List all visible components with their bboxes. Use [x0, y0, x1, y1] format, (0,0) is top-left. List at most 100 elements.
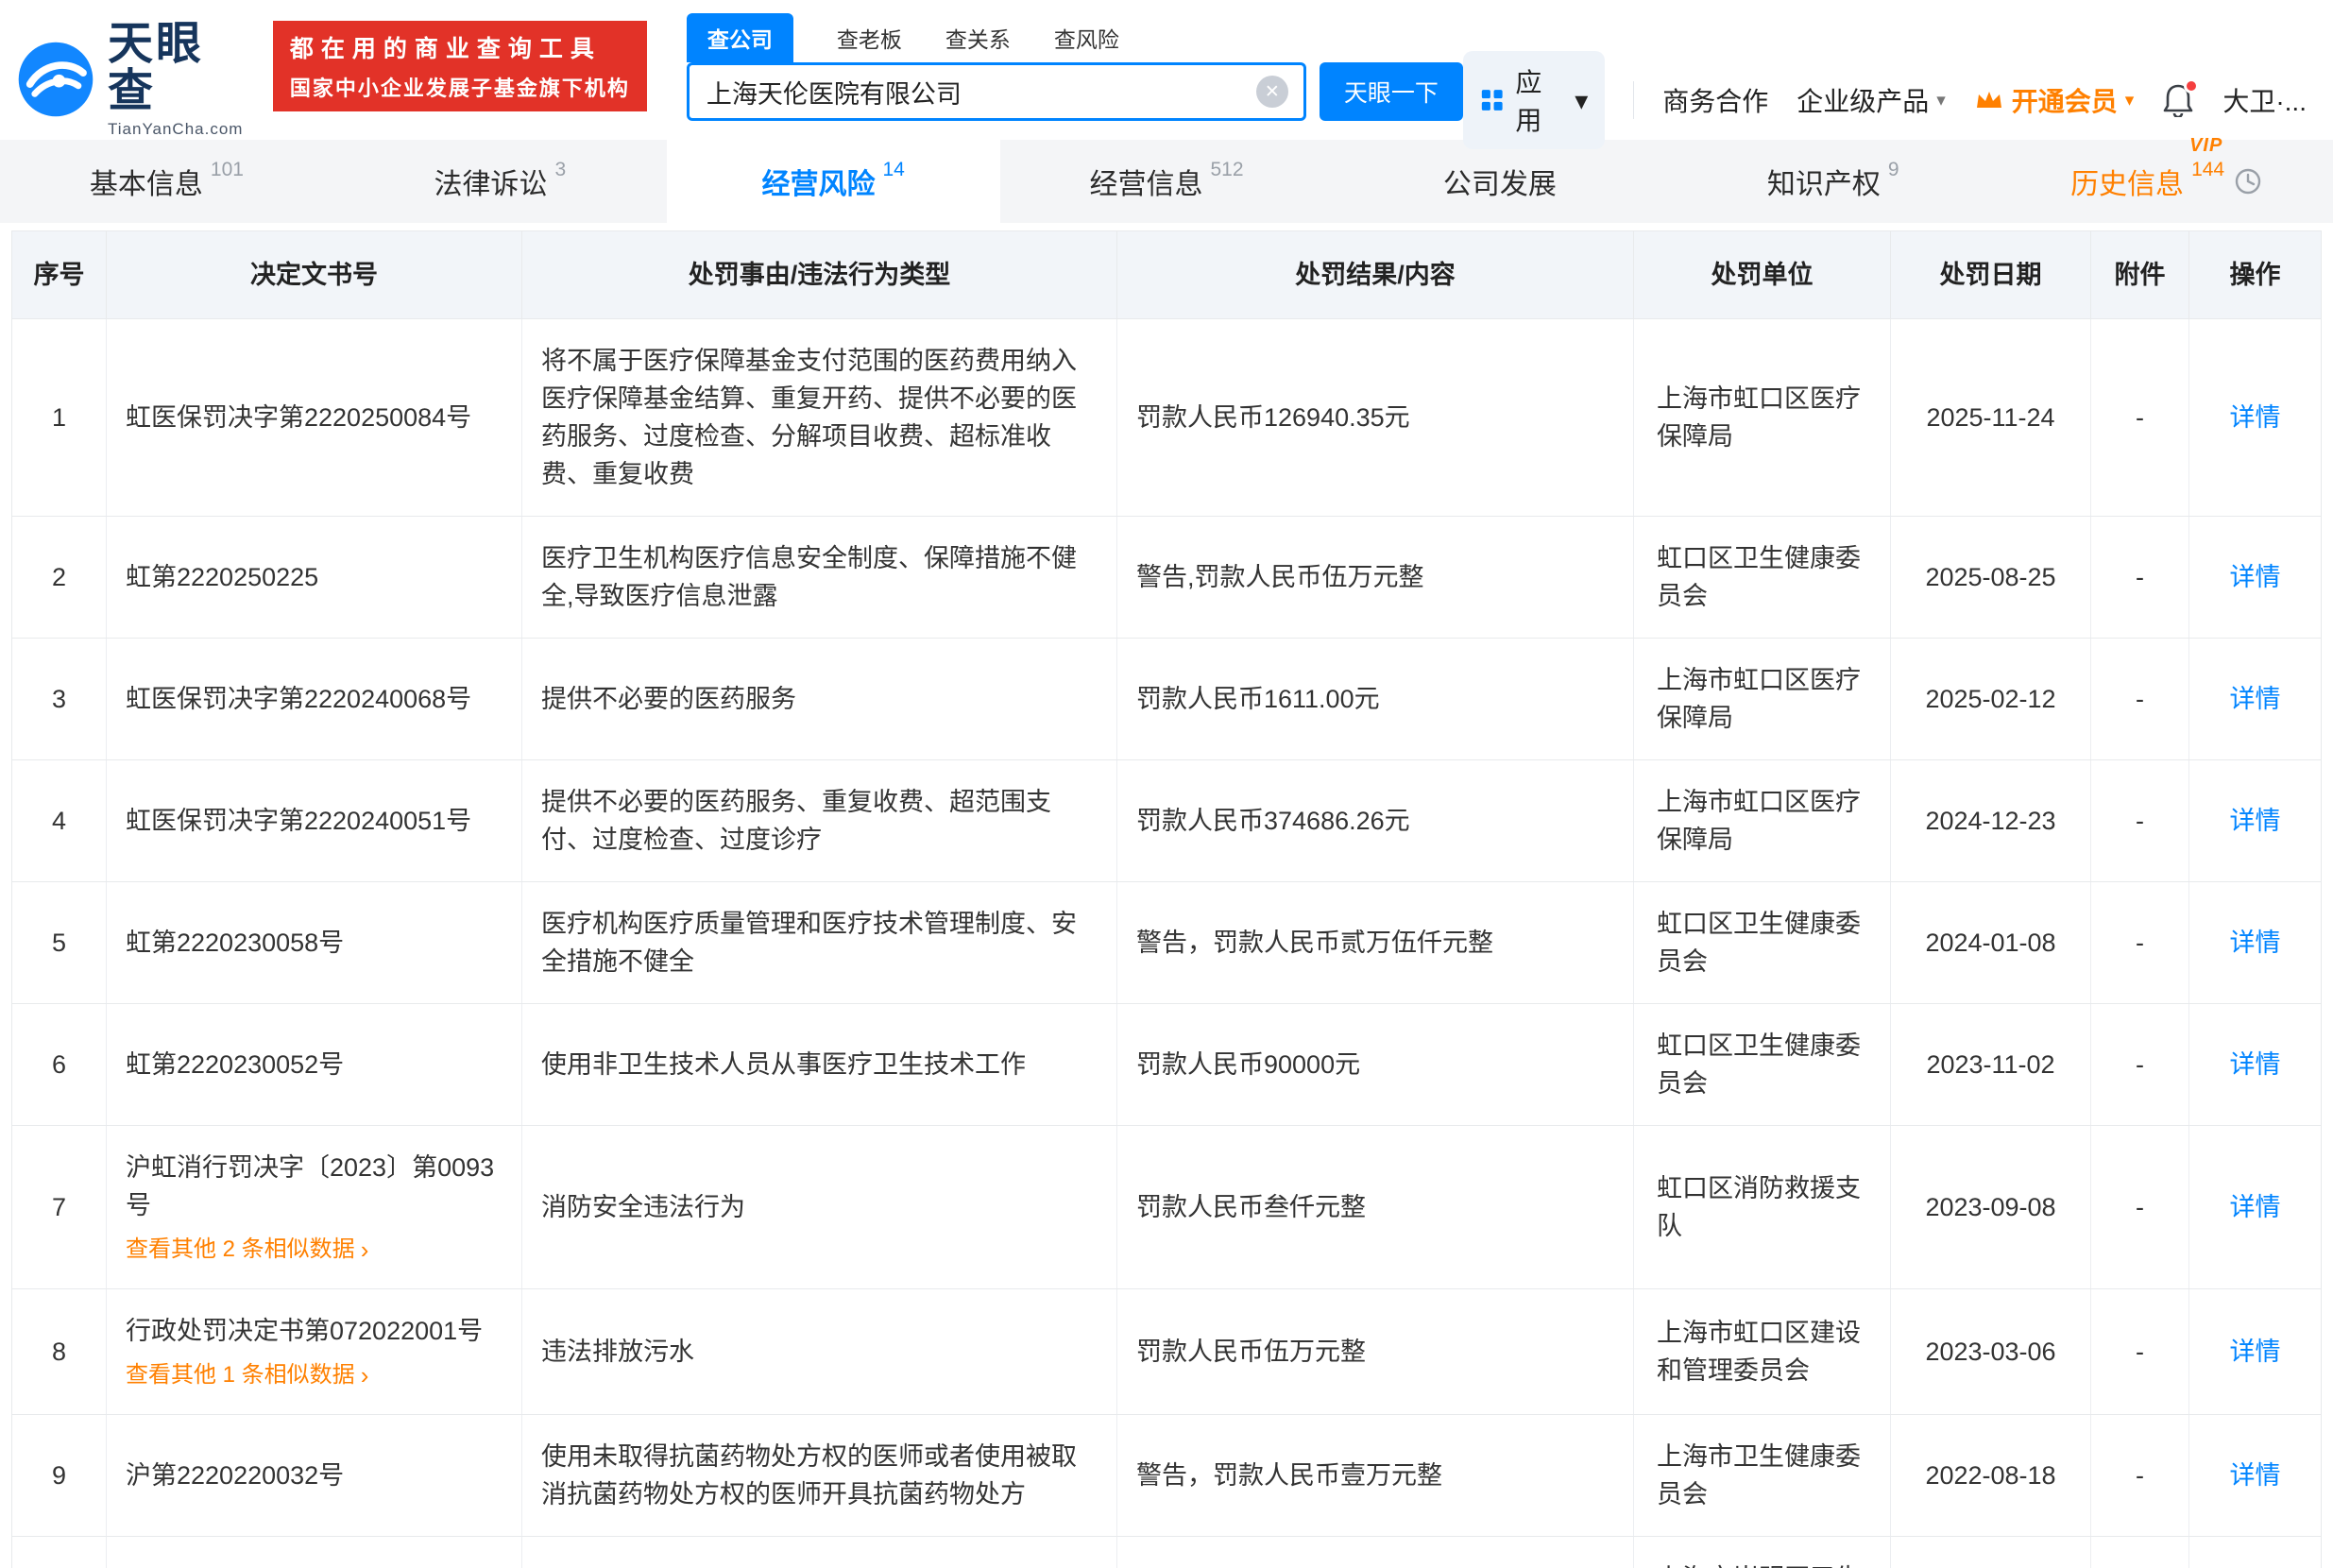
attachment: -: [2136, 558, 2144, 596]
tab-count: 512: [1210, 159, 1243, 181]
apps-menu[interactable]: 应用 ▾: [1463, 51, 1605, 149]
similar-data-link[interactable]: 查看其他 1 条相似数据 ›: [126, 1359, 502, 1391]
col-header-attachment: 附件: [2091, 231, 2189, 318]
tab-count: 101: [211, 159, 244, 181]
menu-item-enterprise[interactable]: 企业级产品 ▾: [1797, 81, 1946, 119]
menu-item-cooperation[interactable]: 商务合作: [1662, 81, 1768, 119]
logo-domain: TianYanCha.com: [108, 120, 250, 139]
detail-link[interactable]: 详情: [2230, 1457, 2281, 1494]
penalty-reason: 违法排放污水: [541, 1333, 1098, 1371]
detail-link[interactable]: 详情: [2230, 1188, 2281, 1226]
tab-intellectual-property[interactable]: 知识产权 9: [1666, 140, 2000, 223]
attachment: -: [2136, 924, 2144, 962]
detail-link[interactable]: 详情: [2230, 680, 2281, 718]
row-no: 9: [52, 1457, 66, 1494]
penalty-result: 警告，罚款人民币壹万元整: [1136, 1457, 1614, 1494]
banner-line-1: 都在用的商业查询工具: [290, 30, 630, 64]
tab-label: 知识产权: [1767, 161, 1881, 202]
search-tab-risk[interactable]: 查风险: [1054, 13, 1119, 62]
penalty-unit: 上海市虹口区医疗保障局: [1657, 661, 1867, 737]
tianyancha-logo[interactable]: 天眼查 TianYanCha.com: [17, 21, 250, 139]
tab-count: 14: [882, 159, 904, 181]
table-row: 2 虹第2220250225 医疗卫生机构医疗信息安全制度、保障措施不健全,导致…: [12, 516, 2321, 638]
detail-link[interactable]: 详情: [2230, 802, 2281, 840]
detail-link[interactable]: 详情: [2230, 558, 2281, 596]
clear-search-icon[interactable]: ✕: [1256, 76, 1288, 108]
penalty-reason: 提供不必要的医药服务: [541, 680, 1098, 718]
search-tab-boss[interactable]: 查老板: [837, 13, 902, 62]
search-block: 查公司 查老板 查关系 查风险 ✕ 天眼一下: [687, 13, 1463, 121]
tab-count: 9: [1888, 159, 1899, 181]
tianyancha-logo-icon: [17, 41, 94, 118]
penalty-unit: 上海市虹口区医疗保障局: [1657, 783, 1867, 859]
attachment: -: [2136, 680, 2144, 718]
penalty-result: 警告，罚款人民币贰万伍仟元整: [1136, 924, 1614, 962]
penalty-unit: 上海市崇明区卫生和计划生育委员会: [1657, 1559, 1867, 1568]
tab-operating-info[interactable]: 经营信息 512: [1000, 140, 1334, 223]
penalty-date: 2023-11-02: [1926, 1046, 2054, 1083]
brand-slogan-banner: 都在用的商业查询工具 国家中小企业发展子基金旗下机构: [273, 21, 647, 111]
tab-count: 3: [554, 159, 566, 181]
detail-link[interactable]: 详情: [2230, 1046, 2281, 1083]
row-no: 6: [52, 1046, 66, 1083]
col-header-no: 序号: [12, 231, 107, 318]
penalty-reason: 消防安全违法行为: [541, 1188, 1098, 1226]
penalty-unit: 虹口区卫生健康委员会: [1657, 905, 1867, 980]
tab-company-development[interactable]: 公司发展: [1333, 140, 1666, 223]
menu-item-vip[interactable]: 开通会员 ▾: [1974, 81, 2135, 119]
tab-history-info[interactable]: 历史信息 VIP 144: [2000, 140, 2333, 223]
penalty-date: 2024-12-23: [1925, 802, 2055, 840]
header-menu: 应用 ▾ 商务合作 企业级产品 ▾ 开通会员 ▾ 大卫·...: [1463, 51, 2307, 149]
detail-link[interactable]: 详情: [2230, 1333, 2281, 1371]
attachment: -: [2136, 399, 2144, 436]
doc-no: 沪虹消行罚决字〔2023〕第0093号: [126, 1149, 502, 1224]
penalty-result: 罚款人民币1611.00元: [1136, 680, 1614, 718]
table-row: 6 虹第2220230052号 使用非卫生技术人员从事医疗卫生技术工作 罚款人民…: [12, 1003, 2321, 1125]
penalty-date: 2023-03-06: [1925, 1333, 2055, 1371]
penalty-unit: 虹口区卫生健康委员会: [1657, 1027, 1867, 1102]
vip-label: 开通会员: [2012, 81, 2118, 119]
row-no: 7: [52, 1188, 66, 1226]
tab-operating-risk[interactable]: 经营风险 14: [667, 140, 1000, 223]
col-header-unit: 处罚单位: [1634, 231, 1891, 318]
similar-data-label: 查看其他 1 条相似数据: [126, 1359, 355, 1391]
search-tab-relation[interactable]: 查关系: [945, 13, 1011, 62]
enterprise-label: 企业级产品: [1797, 81, 1929, 119]
penalty-reason: 将不属于医疗保障基金支付范围的医药费用纳入医疗保障基金结算、重复开药、提供不必要…: [541, 342, 1098, 493]
caret-down-icon: ▾: [2125, 90, 2135, 111]
row-no: 4: [52, 802, 66, 840]
similar-data-link[interactable]: 查看其他 2 条相似数据 ›: [126, 1234, 502, 1266]
penalty-date: 2025-11-24: [1926, 399, 2054, 436]
row-no: 3: [52, 680, 66, 718]
penalty-result: 罚款人民币伍万元整: [1136, 1333, 1614, 1371]
table-row: 9 沪第2220220032号 使用未取得抗菌药物处方权的医师或者使用被取消抗菌…: [12, 1414, 2321, 1536]
table-row: 8 行政处罚决定书第072022001号 查看其他 1 条相似数据 › 违法排放…: [12, 1288, 2321, 1414]
penalty-date: 2023-09-08: [1925, 1188, 2055, 1226]
attachment: -: [2136, 802, 2144, 840]
table-row: 5 虹第2220230058号 医疗机构医疗质量管理和医疗技术管理制度、安全措施…: [12, 881, 2321, 1003]
row-no: 5: [52, 924, 66, 962]
company-section-tabs: 基本信息 101 法律诉讼 3 经营风险 14 经营信息 512 公司发展 知识…: [0, 140, 2333, 223]
search-input-wrap: ✕: [687, 62, 1306, 121]
apps-label: 应用: [1515, 62, 1563, 138]
tab-label: 法律诉讼: [434, 161, 547, 202]
detail-link[interactable]: 详情: [2230, 399, 2281, 436]
table-header-row: 序号 决定文书号 处罚事由/违法行为类型 处罚结果/内容 处罚单位 处罚日期 附…: [12, 231, 2321, 318]
penalty-result: 罚款人民币374686.26元: [1136, 802, 1614, 840]
user-account[interactable]: 大卫·...: [2222, 81, 2307, 119]
cooperation-label: 商务合作: [1662, 81, 1768, 119]
crown-icon: [1974, 88, 2004, 112]
caret-down-icon: ▾: [1575, 85, 1588, 116]
vip-badge: VIP: [2189, 135, 2222, 157]
tab-count: 144: [2191, 159, 2224, 181]
search-tab-company[interactable]: 查公司: [687, 13, 793, 62]
col-header-result: 处罚结果/内容: [1117, 231, 1634, 318]
search-button[interactable]: 天眼一下: [1320, 62, 1463, 121]
search-input[interactable]: [690, 77, 1303, 107]
detail-link[interactable]: 详情: [2230, 924, 2281, 962]
doc-no: 虹医保罚决字第2220250084号: [126, 399, 502, 436]
doc-no: 虹医保罚决字第2220240068号: [126, 680, 502, 718]
tab-legal-litigation[interactable]: 法律诉讼 3: [333, 140, 667, 223]
tab-basic-info[interactable]: 基本信息 101: [0, 140, 333, 223]
notification-bell[interactable]: [2162, 83, 2194, 117]
